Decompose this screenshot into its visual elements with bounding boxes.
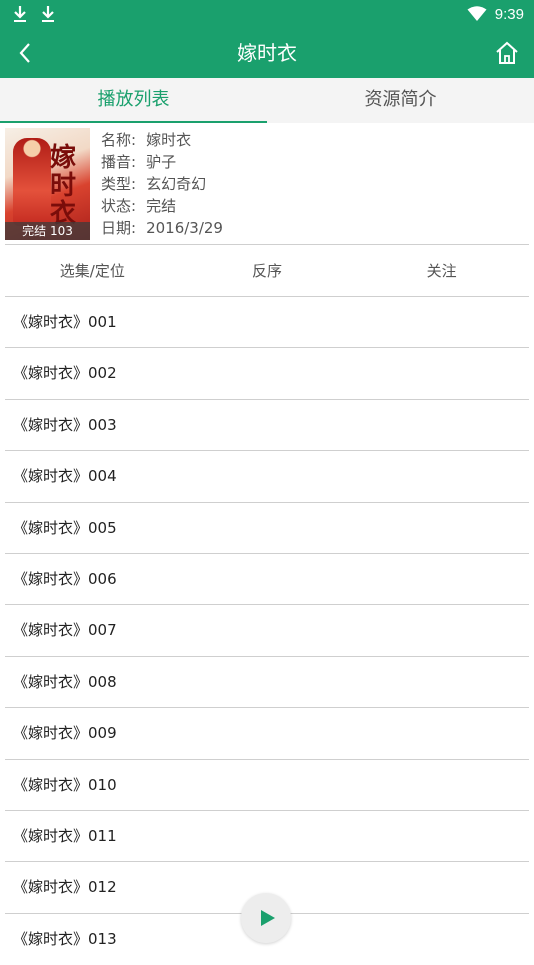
tab-bar: 播放列表 资源简介	[0, 78, 534, 123]
cover-badge: 完结 103	[5, 222, 90, 240]
info-row-type: 类型: 玄幻奇幻	[101, 175, 207, 193]
download-icon	[42, 6, 54, 22]
info-row-date: 日期: 2016/3/29	[101, 219, 223, 237]
page-title: 嫁时衣	[237, 41, 297, 65]
info-row-narrator: 播音: 驴子	[101, 153, 177, 171]
play-button[interactable]	[241, 893, 291, 943]
list-item[interactable]: 《嫁时衣》003	[5, 400, 529, 452]
list-item[interactable]: 《嫁时衣》011	[5, 811, 529, 863]
select-episode-button[interactable]: 选集/定位	[5, 246, 180, 296]
home-icon[interactable]	[494, 40, 520, 66]
list-item[interactable]: 《嫁时衣》001	[5, 297, 529, 349]
resource-info: 嫁时衣 完结 103 名称: 嫁时衣 播音: 驴子 类型: 玄幻奇幻 状态: 完结 日期…	[5, 127, 529, 245]
app-bar: 嫁时衣	[0, 28, 534, 78]
list-item[interactable]: 《嫁时衣》007	[5, 605, 529, 657]
list-actions: 选集/定位 反序 关注	[5, 246, 529, 297]
list-item[interactable]: 《嫁时衣》009	[5, 708, 529, 760]
follow-button[interactable]: 关注	[354, 246, 529, 296]
cover-figure	[13, 138, 51, 226]
cover-title-art: 嫁时衣	[50, 143, 77, 229]
info-row-status: 状态: 完结	[101, 197, 177, 215]
episode-list: 《嫁时衣》001 《嫁时衣》002 《嫁时衣》003 《嫁时衣》004 《嫁时衣…	[5, 297, 529, 965]
tab-resource-intro[interactable]: 资源简介	[267, 78, 534, 123]
list-item[interactable]: 《嫁时衣》005	[5, 503, 529, 554]
list-item[interactable]: 《嫁时衣》006	[5, 554, 529, 606]
tab-playlist[interactable]: 播放列表	[0, 78, 267, 123]
play-icon	[260, 910, 275, 926]
info-meta: 名称: 嫁时衣 播音: 驴子 类型: 玄幻奇幻 状态: 完结 日期: 2016/3/29	[101, 129, 223, 239]
list-item[interactable]: 《嫁时衣》004	[5, 451, 529, 503]
info-row-name: 名称: 嫁时衣	[101, 131, 192, 149]
list-item[interactable]: 《嫁时衣》008	[5, 657, 529, 709]
cover-image: 嫁时衣 完结 103	[5, 128, 90, 240]
list-item[interactable]: 《嫁时衣》010	[5, 760, 529, 811]
download-icon	[14, 6, 26, 22]
reverse-order-button[interactable]: 反序	[180, 246, 355, 296]
list-item[interactable]: 《嫁时衣》002	[5, 348, 529, 400]
status-time: 9:39	[494, 5, 524, 23]
status-bar: 9:39	[0, 0, 534, 28]
wifi-icon	[467, 6, 487, 21]
